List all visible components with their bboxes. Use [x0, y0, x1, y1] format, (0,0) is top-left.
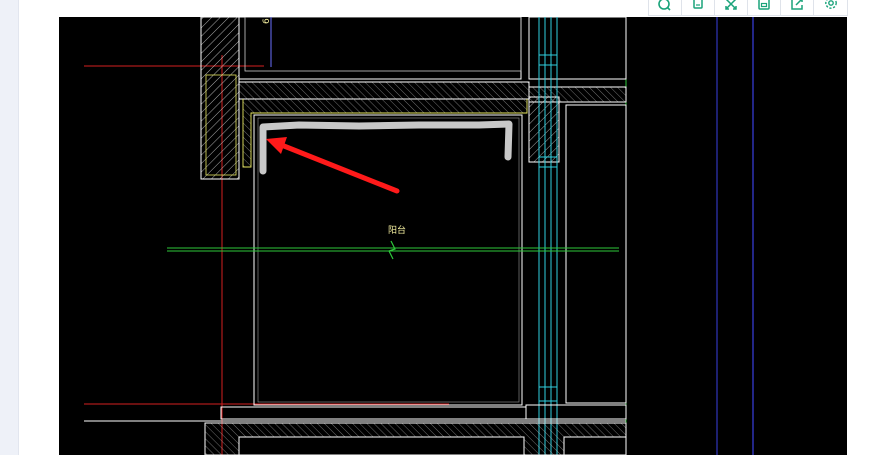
annotation-arrow-head	[266, 137, 287, 154]
copy-button[interactable]	[682, 0, 715, 16]
wall-column	[200, 17, 240, 180]
cad-drawing: 6 阳台	[84, 17, 754, 455]
fullscreen-button[interactable]	[715, 0, 748, 16]
annotation-bracket	[259, 120, 513, 175]
bottom-slab	[220, 406, 527, 420]
room-outline-top-inner	[244, 17, 522, 72]
window-mullion	[538, 54, 558, 66]
cad-drawing-canvas[interactable]: 6 阳台	[59, 17, 847, 455]
room-label: 阳台	[388, 224, 406, 236]
copy-icon	[693, 0, 703, 9]
zoom-button[interactable]	[649, 0, 682, 16]
balcony-room-inner	[257, 117, 520, 403]
right-room	[565, 104, 627, 404]
settings-button[interactable]	[814, 0, 847, 16]
save-button[interactable]	[748, 0, 781, 16]
viewer-frame: 6 阳台	[19, 0, 878, 455]
bottom-room	[238, 436, 525, 455]
balcony-room-outline	[253, 114, 523, 406]
save-icon	[758, 0, 770, 10]
annotation-arrow-shaft	[276, 141, 400, 194]
slab-hatch	[238, 81, 530, 100]
viewer-toolbar	[648, 0, 848, 16]
settings-icon	[824, 0, 837, 9]
zoom-icon	[658, 0, 671, 11]
break-symbol	[388, 240, 396, 260]
fullscreen-icon	[725, 0, 737, 10]
balcony-wall	[242, 99, 528, 168]
room-outline-top	[238, 17, 522, 80]
bottom-room-right	[563, 436, 627, 455]
left-gutter	[0, 0, 19, 455]
right-wall	[528, 96, 560, 163]
right-room-top	[528, 17, 627, 80]
bottom-slab-right	[525, 404, 627, 420]
share-button[interactable]	[781, 0, 814, 16]
share-icon	[791, 0, 803, 10]
dimension-text: 6	[262, 18, 272, 24]
window-mullion	[538, 386, 558, 402]
